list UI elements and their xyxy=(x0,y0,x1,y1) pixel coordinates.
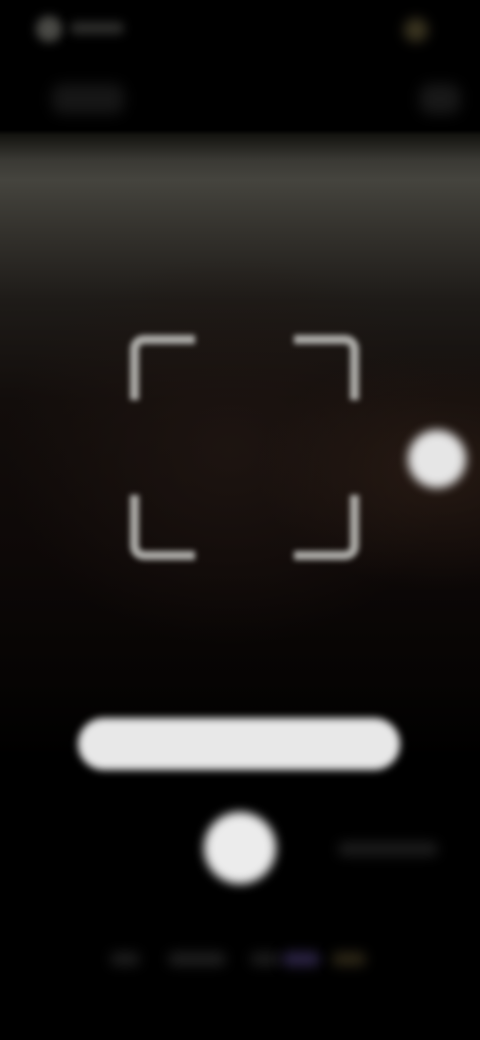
mode-bar xyxy=(0,930,480,990)
top-left-button[interactable] xyxy=(52,84,124,114)
frame-corner-top-left-icon xyxy=(130,335,195,400)
mode-item-4[interactable] xyxy=(282,952,320,966)
frame-corner-bottom-right-icon xyxy=(294,495,359,560)
mode-item-5[interactable] xyxy=(332,952,366,966)
search-bar[interactable] xyxy=(78,718,400,770)
shutter-button[interactable] xyxy=(204,812,276,884)
status-left-icon xyxy=(36,16,62,42)
status-bar xyxy=(0,0,480,56)
mode-item-2[interactable] xyxy=(168,952,226,966)
camera-screen xyxy=(0,0,480,1040)
mode-item-3[interactable] xyxy=(250,952,280,966)
status-right-icon xyxy=(404,18,428,42)
top-bar xyxy=(0,60,480,130)
camera-viewfinder[interactable] xyxy=(0,130,480,780)
frame-corner-top-right-icon xyxy=(294,335,359,400)
frame-corner-bottom-left-icon xyxy=(130,495,195,560)
shutter-side-label xyxy=(338,842,438,856)
side-circle-button[interactable] xyxy=(408,430,466,488)
top-right-button[interactable] xyxy=(420,84,460,114)
status-left-text xyxy=(70,22,124,34)
mode-item-1[interactable] xyxy=(110,952,140,966)
